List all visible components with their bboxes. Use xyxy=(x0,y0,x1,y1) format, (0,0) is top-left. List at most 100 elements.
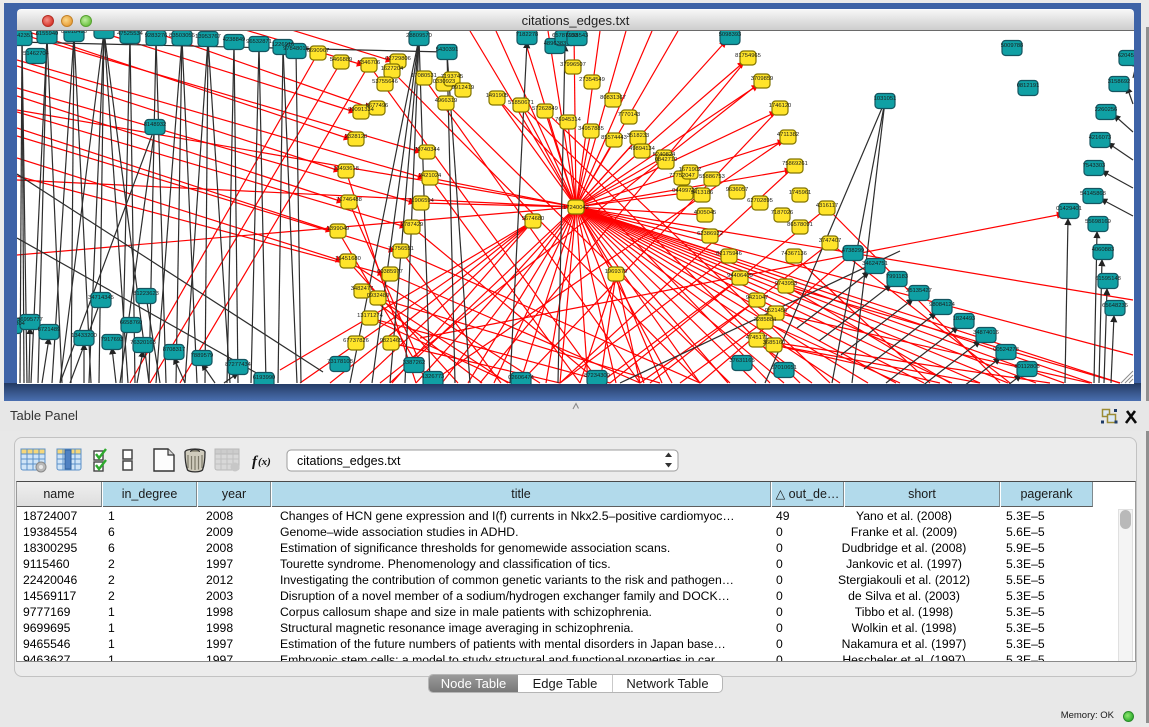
svg-text:6690967: 6690967 xyxy=(307,48,330,54)
svg-text:34957885: 34957885 xyxy=(578,126,604,132)
svg-text:62386922: 62386922 xyxy=(697,231,723,237)
svg-text:67737826: 67737826 xyxy=(343,338,369,344)
svg-text:01429401: 01429401 xyxy=(1056,206,1082,212)
svg-text:60385977: 60385977 xyxy=(377,269,403,275)
svg-text:53755646: 53755646 xyxy=(372,79,398,85)
svg-text:37631165: 37631165 xyxy=(729,358,754,364)
svg-text:9421047: 9421047 xyxy=(746,295,769,301)
svg-text:8721489: 8721489 xyxy=(38,327,61,333)
svg-text:96532871: 96532871 xyxy=(246,39,272,45)
svg-text:51850671: 51850671 xyxy=(508,100,534,106)
svg-text:71746488: 71746488 xyxy=(336,197,362,203)
svg-text:17240042: 17240042 xyxy=(563,205,589,211)
svg-text:81754965: 81754965 xyxy=(735,53,761,59)
svg-text:5466889: 5466889 xyxy=(330,57,353,63)
svg-text:1746120: 1746120 xyxy=(769,103,792,109)
svg-text:71756551: 71756551 xyxy=(388,246,414,252)
svg-text:3709859: 3709859 xyxy=(751,76,774,82)
svg-text:15451680: 15451680 xyxy=(335,256,361,262)
svg-text:7346706: 7346706 xyxy=(358,60,381,66)
svg-text:0932480: 0932480 xyxy=(367,293,390,299)
svg-text:34624751: 34624751 xyxy=(862,261,888,267)
svg-text:7193745: 7193745 xyxy=(441,74,464,80)
svg-text:98084124: 98084124 xyxy=(929,302,956,308)
svg-text:79740344: 79740344 xyxy=(414,147,441,153)
svg-text:1627204: 1627204 xyxy=(381,66,404,72)
svg-text:2328120: 2328120 xyxy=(345,134,368,140)
svg-text:1969379: 1969379 xyxy=(605,269,628,275)
svg-text:13171274: 13171274 xyxy=(357,313,384,319)
svg-text:36995777: 36995777 xyxy=(17,317,43,323)
svg-text:1745961: 1745961 xyxy=(789,190,812,196)
svg-text:1034131: 1034131 xyxy=(93,31,116,32)
svg-text:13433200: 13433200 xyxy=(71,333,97,339)
svg-text:6155940: 6155940 xyxy=(36,31,59,37)
svg-text:3747407: 3747407 xyxy=(819,238,842,244)
svg-text:34874016: 34874016 xyxy=(973,330,999,336)
svg-text:57262849: 57262849 xyxy=(532,106,558,112)
svg-text:5009788: 5009788 xyxy=(1001,43,1024,49)
svg-text:7770143: 7770143 xyxy=(618,112,641,118)
svg-text:1326773: 1326773 xyxy=(422,374,445,380)
svg-text:4005045: 4005045 xyxy=(694,210,717,216)
svg-text:8148932: 8148932 xyxy=(144,122,167,128)
svg-text:3387262: 3387262 xyxy=(403,360,426,366)
svg-text:7991183: 7991183 xyxy=(886,274,908,280)
svg-text:(x): (x) xyxy=(258,456,271,468)
svg-text:5674680: 5674680 xyxy=(522,216,545,222)
svg-text:37996507: 37996507 xyxy=(560,62,586,68)
svg-text:4738299: 4738299 xyxy=(842,248,865,254)
svg-text:9283276: 9283276 xyxy=(145,33,168,39)
svg-text:2787429: 2787429 xyxy=(401,222,424,228)
svg-text:1824493: 1824493 xyxy=(953,316,976,322)
svg-text:80831367: 80831367 xyxy=(600,95,626,101)
svg-text:7182278: 7182278 xyxy=(516,32,539,38)
svg-text:0812191: 0812191 xyxy=(1017,83,1040,89)
svg-text:13953767: 13953767 xyxy=(195,34,221,40)
svg-text:73178108: 73178108 xyxy=(327,359,353,365)
svg-text:49894134: 49894134 xyxy=(629,146,656,152)
svg-text:9821465: 9821465 xyxy=(380,338,403,344)
svg-text:65648236: 65648236 xyxy=(1102,303,1128,309)
svg-text:9743953: 9743953 xyxy=(775,281,798,287)
svg-text:6998543: 6998543 xyxy=(566,33,589,39)
svg-text:81223623: 81223623 xyxy=(133,291,159,297)
svg-text:3518233: 3518233 xyxy=(627,133,650,139)
svg-text:4316117: 4316117 xyxy=(816,203,838,209)
svg-text:47525534: 47525534 xyxy=(117,31,144,37)
svg-text:71906594: 71906594 xyxy=(408,198,435,204)
svg-text:25135427: 25135427 xyxy=(906,288,932,294)
svg-text:1399049: 1399049 xyxy=(327,226,350,232)
svg-text:0842710: 0842710 xyxy=(655,157,678,163)
svg-text:02606474: 02606474 xyxy=(508,375,535,381)
svg-text:2260256: 2260256 xyxy=(1095,107,1118,113)
svg-text:4216073: 4216073 xyxy=(1089,135,1112,141)
svg-text:7543303: 7543303 xyxy=(1083,163,1106,169)
svg-text:61595148: 61595148 xyxy=(1095,276,1121,282)
svg-text:9636057: 9636057 xyxy=(726,187,749,193)
svg-text:8708317: 8708317 xyxy=(163,347,186,353)
svg-text:1491905: 1491905 xyxy=(486,93,509,99)
svg-text:99091334: 99091334 xyxy=(348,107,375,113)
svg-text:74367136: 74367136 xyxy=(781,251,807,257)
svg-text:7917693: 7917693 xyxy=(101,337,124,343)
svg-text:00524278: 00524278 xyxy=(993,347,1019,353)
svg-text:76320163: 76320163 xyxy=(130,340,156,346)
svg-text:7187026: 7187026 xyxy=(771,210,794,216)
svg-text:85574443: 85574443 xyxy=(601,135,627,141)
svg-text:94406409: 94406409 xyxy=(727,273,753,279)
svg-text:54145868: 54145868 xyxy=(1080,191,1106,197)
svg-text:3685160: 3685160 xyxy=(763,340,786,346)
svg-text:4711382: 4711382 xyxy=(777,132,799,138)
svg-text:6193990: 6193990 xyxy=(253,375,276,381)
svg-text:6204505: 6204505 xyxy=(1118,53,1134,59)
svg-text:62702895: 62702895 xyxy=(747,198,773,204)
svg-text:87277434: 87277434 xyxy=(225,362,252,368)
svg-text:9521456: 9521456 xyxy=(765,308,788,314)
svg-text:1031051: 1031051 xyxy=(874,96,897,102)
svg-text:55886753: 55886753 xyxy=(699,174,725,180)
svg-text:76945314: 76945314 xyxy=(555,117,582,123)
svg-text:3482477: 3482477 xyxy=(351,286,374,292)
svg-text:62729806: 62729806 xyxy=(385,56,411,62)
svg-text:28809570: 28809570 xyxy=(406,33,432,39)
